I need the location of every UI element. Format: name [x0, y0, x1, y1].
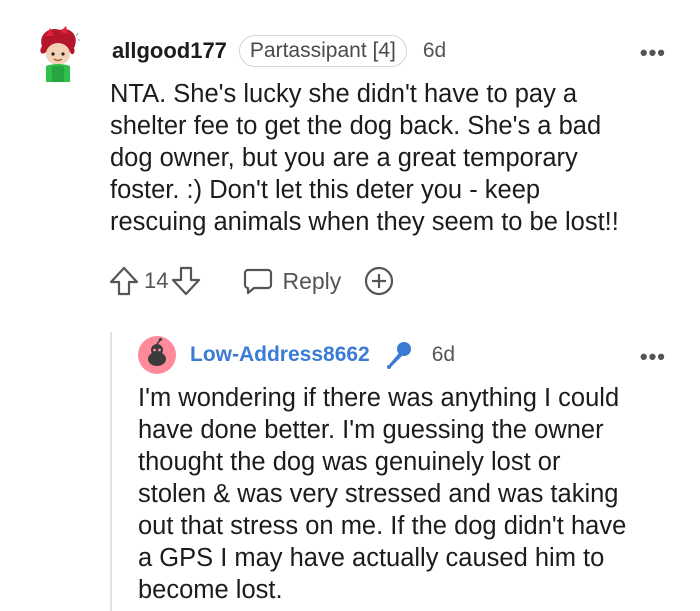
reply-label: Reply — [282, 267, 342, 294]
speech-bubble-icon — [242, 265, 274, 297]
username[interactable]: Low-Address8662 — [190, 343, 370, 367]
avatar-icon — [40, 26, 81, 82]
comment-body: I'm wondering if there was anything I co… — [138, 384, 627, 604]
avatar[interactable] — [138, 336, 176, 374]
more-options-button[interactable]: ••• — [640, 42, 666, 64]
timestamp[interactable]: 6d — [432, 343, 455, 367]
user-flair: Partassipant [4] — [238, 35, 407, 67]
comment-actions: 14 Reply — [108, 262, 395, 300]
thread-line[interactable] — [110, 332, 112, 611]
award-plus-icon[interactable] — [363, 265, 395, 297]
snoo-avatar-icon — [138, 336, 176, 374]
avatar[interactable] — [36, 26, 81, 82]
comment-header: allgood177 Partassipant [4] 6d — [112, 35, 446, 67]
timestamp[interactable]: 6d — [423, 39, 446, 63]
vote-count: 14 — [144, 268, 169, 293]
username[interactable]: allgood177 — [112, 38, 227, 64]
more-options-button[interactable]: ••• — [640, 346, 666, 368]
reply-button[interactable]: Reply — [242, 265, 341, 297]
downvote-icon[interactable] — [170, 265, 202, 297]
microphone-icon — [382, 338, 416, 372]
comment-body: NTA. She's lucky she didn't have to pay … — [110, 80, 619, 236]
comment-header: Low-Address8662 6d — [190, 340, 455, 370]
upvote-icon[interactable] — [108, 265, 140, 297]
